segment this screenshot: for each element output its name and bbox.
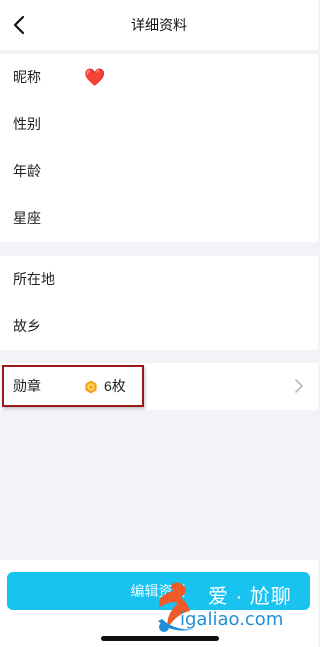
- hometown-row[interactable]: 故乡: [0, 303, 318, 350]
- nickname-label: 昵称: [13, 69, 41, 85]
- watermark-url: igaliao.com: [180, 609, 284, 630]
- gender-row[interactable]: 性别: [0, 101, 318, 148]
- heart-icon: ❤️: [84, 68, 106, 87]
- location-row[interactable]: 所在地: [0, 256, 318, 303]
- location-label: 所在地: [13, 271, 55, 287]
- zodiac-row[interactable]: 星座: [0, 195, 318, 242]
- age-label: 年龄: [13, 163, 41, 179]
- zodiac-label: 星座: [13, 210, 41, 226]
- basic-info-group: 昵称 ❤️ 性别 年龄 星座: [0, 54, 318, 242]
- chevron-right-icon: [295, 379, 303, 393]
- page-title: 详细资料: [131, 17, 187, 33]
- gender-label: 性别: [13, 116, 41, 132]
- watermark: 爱 · 尬聊 igaliao.com: [150, 575, 315, 637]
- location-group: 所在地 故乡: [0, 256, 318, 350]
- navigation-bar: 详细资料: [0, 0, 318, 50]
- hometown-label: 故乡: [13, 318, 41, 334]
- age-row[interactable]: 年龄: [0, 148, 318, 195]
- nickname-row[interactable]: 昵称 ❤️: [0, 54, 318, 101]
- watermark-text: 爱 · 尬聊: [208, 586, 292, 608]
- home-indicator[interactable]: [101, 636, 219, 641]
- highlight-box: [2, 365, 144, 407]
